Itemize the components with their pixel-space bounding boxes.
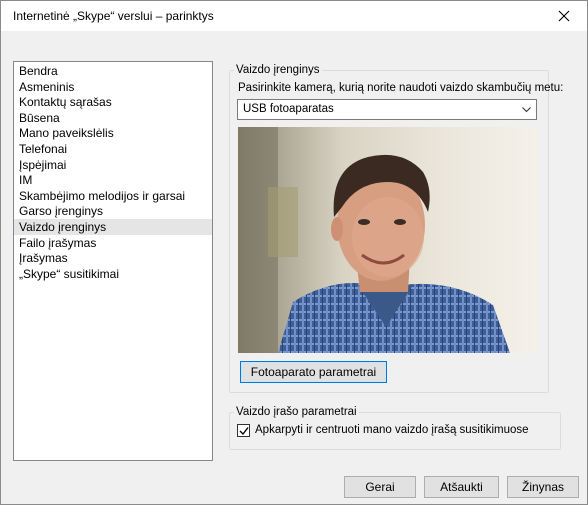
title-bar[interactable]: Internetinė „Skype“ verslui – parinktys [1, 1, 587, 31]
crop-center-label[interactable]: Apkarpyti ir centruoti mano vaizdo įrašą… [255, 424, 529, 436]
help-button[interactable]: Žinynas [507, 476, 579, 498]
sidebar-item[interactable]: Skambėjimo melodijos ir garsai [14, 188, 212, 204]
camera-preview [238, 127, 537, 353]
sidebar-item[interactable]: „Skype“ susitikimai [14, 266, 212, 282]
camera-preview-person-image [238, 127, 537, 353]
video-device-legend: Vaizdo įrenginys [234, 63, 322, 77]
sidebar-item[interactable]: IM [14, 172, 212, 188]
sidebar-item[interactable]: Būsena [14, 110, 212, 126]
sidebar-item[interactable]: Asmeninis [14, 79, 212, 95]
sidebar-item[interactable]: Bendra [14, 63, 212, 79]
video-recording-legend: Vaizdo įrašo parametrai [234, 405, 359, 419]
crop-center-checkbox[interactable] [237, 424, 250, 437]
ok-button[interactable]: Gerai [344, 476, 416, 498]
sidebar-item[interactable]: Kontaktų sąrašas [14, 94, 212, 110]
cancel-button[interactable]: Atšaukti [424, 476, 499, 498]
camera-settings-button[interactable]: Fotoaparato parametrai [240, 361, 387, 383]
sidebar-item[interactable]: Vaizdo įrenginys [14, 219, 212, 235]
sidebar-item[interactable]: Mano paveikslėlis [14, 125, 212, 141]
sidebar-item[interactable]: Telefonai [14, 141, 212, 157]
camera-select[interactable]: USB fotoaparatas [237, 99, 537, 120]
window-title: Internetinė „Skype“ verslui – parinktys [13, 9, 214, 23]
options-dialog: Internetinė „Skype“ verslui – parinktys … [0, 0, 588, 505]
sidebar-item[interactable]: Failo įrašymas [14, 235, 212, 251]
camera-select-value: USB fotoaparatas [243, 103, 334, 115]
checkmark-icon [239, 427, 249, 436]
options-category-list[interactable]: Bendra Asmeninis Kontaktų sąrašas Būsena Man… [13, 61, 213, 461]
close-icon [558, 10, 570, 22]
sidebar-item[interactable]: Įrašymas [14, 250, 212, 266]
camera-prompt: Pasirinkite kamerą, kurią norite naudoti… [238, 82, 564, 94]
chevron-down-icon [522, 107, 531, 113]
sidebar-item[interactable]: Įspėjimai [14, 157, 212, 173]
sidebar-item[interactable]: Garso įrenginys [14, 203, 212, 219]
close-button[interactable] [541, 1, 587, 31]
